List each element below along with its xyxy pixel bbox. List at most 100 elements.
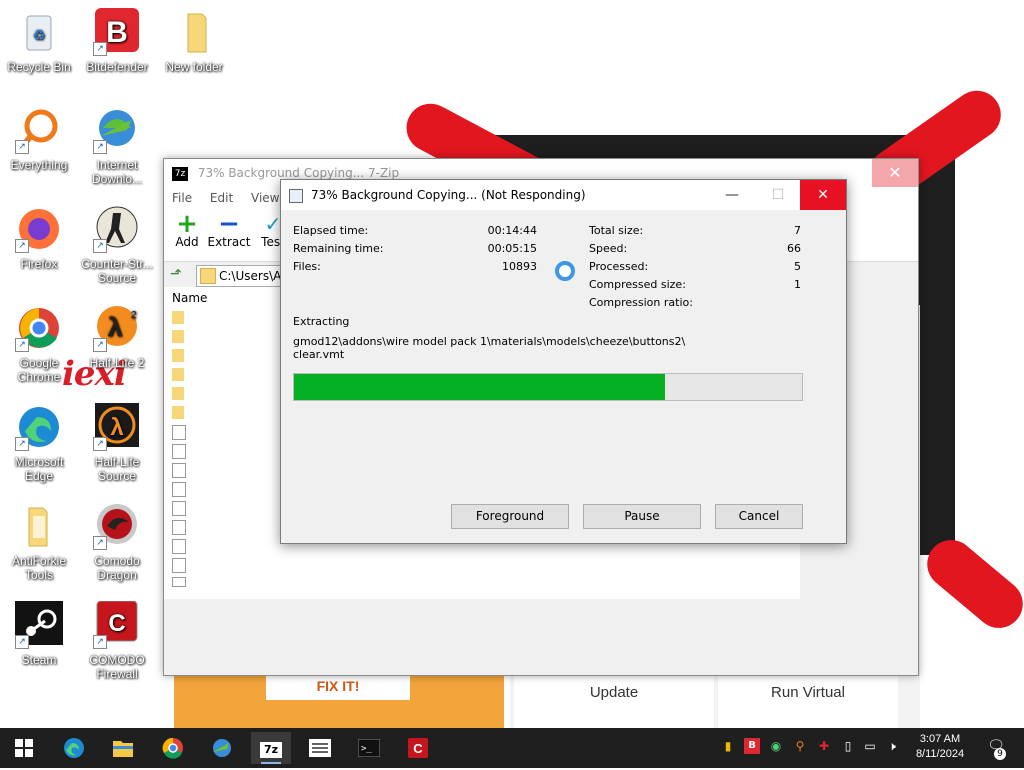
taskbar-comodo[interactable]: C xyxy=(398,732,438,764)
remaining-time-label: Remaining time: xyxy=(293,242,384,255)
file-row-icon[interactable] xyxy=(172,558,186,573)
folder-icon xyxy=(113,741,133,757)
desktop-icon-label: Firefox xyxy=(20,257,58,271)
tray-security-icon[interactable]: ▮ xyxy=(720,738,736,754)
file-row-icon[interactable] xyxy=(172,501,186,516)
pause-button[interactable]: Pause xyxy=(583,504,701,529)
desktop-icon-label: Half-Life 2 xyxy=(89,356,145,370)
taskbar-app-window[interactable] xyxy=(300,732,340,764)
bitdefender-icon: B ↗ xyxy=(93,8,141,56)
file-row-icon[interactable] xyxy=(172,482,186,497)
desktop-icon-label: Steam xyxy=(21,653,57,667)
taskbar: 7z >_ C ▮ B ◉ ⚲ ✚ ▯ ▭ 🕨 3:07 AM 8/11/202… xyxy=(0,728,1024,768)
desktop-icon-counter-strike[interactable]: ↗ Counter-Str... Source xyxy=(79,205,155,285)
folder-row-icon[interactable] xyxy=(172,387,184,400)
desktop-icon-bitdefender[interactable]: B ↗ Bitdefender xyxy=(79,8,155,74)
foreground-button[interactable]: Foreground xyxy=(451,504,569,529)
7zip-app-icon: 7z xyxy=(172,166,188,181)
processed-value: 5 xyxy=(794,260,801,273)
desktop-icon-label: Google Chrome xyxy=(17,356,61,384)
tray-globe-icon[interactable]: ◉ xyxy=(768,738,784,754)
menu-edit[interactable]: Edit xyxy=(210,191,233,205)
taskbar-terminal[interactable]: >_ xyxy=(349,732,389,764)
desktop-icon-internet-download[interactable]: ↗ Internet Downlo... xyxy=(79,106,155,186)
clock[interactable]: 3:07 AM 8/11/2024 xyxy=(908,732,972,762)
desktop-icon-half-life-2[interactable]: λ2 ↗ Half-Life 2 xyxy=(79,304,155,370)
cancel-button[interactable]: Cancel xyxy=(715,504,803,529)
desktop-icon-everything[interactable]: ↗ Everything xyxy=(1,106,77,172)
desktop-icon-firefox[interactable]: ↗ Firefox xyxy=(1,205,77,271)
file-row-icon[interactable] xyxy=(172,539,186,554)
add-button[interactable]: + Add xyxy=(164,211,210,249)
taskbar-internet-download-manager[interactable] xyxy=(202,732,242,764)
tray-shield-icon[interactable]: ✚ xyxy=(816,738,832,754)
folder-row-icon[interactable] xyxy=(172,349,184,362)
operation-label: Extracting xyxy=(293,315,350,328)
svg-text:2: 2 xyxy=(131,310,137,321)
desktop-icon-microsoft-edge[interactable]: ↗ Microsoft Edge xyxy=(1,403,77,483)
desktop-icon-antiforkie-tools[interactable]: AntiForkie Tools xyxy=(1,502,77,582)
total-size-value: 7 xyxy=(794,224,801,237)
firefox-icon: ↗ xyxy=(15,205,63,253)
desktop-icon-half-life-source[interactable]: λ ↗ Half-Life Source xyxy=(79,403,155,483)
folder-row-icon[interactable] xyxy=(172,311,184,324)
update-tile[interactable]: Update xyxy=(514,672,714,728)
desktop-icon-label: Bitdefender xyxy=(86,60,148,74)
folder-row-icon[interactable] xyxy=(172,368,184,381)
network-icon[interactable]: ▭ xyxy=(862,738,878,754)
desktop-icon-steam[interactable]: ↗ Steam xyxy=(1,601,77,667)
folder-icon xyxy=(170,8,218,56)
tray-usb-icon[interactable]: ▯ xyxy=(840,738,856,754)
taskbar-7zip[interactable]: 7z xyxy=(251,732,291,764)
desktop-icon-new-folder[interactable]: New folder xyxy=(156,8,232,74)
taskbar-edge[interactable] xyxy=(54,732,94,764)
dialog-titlebar[interactable]: 73% Background Copying... (Not Respondin… xyxy=(281,180,846,210)
run-virtual-tile[interactable]: Run Virtual xyxy=(718,672,898,728)
maximize-button[interactable]: ☐ xyxy=(755,180,801,210)
fix-it-button[interactable]: FIX IT! xyxy=(266,672,410,700)
extract-button[interactable]: − Extract xyxy=(206,211,252,249)
recycle-bin-icon: ♻ xyxy=(15,8,63,56)
list-window-icon xyxy=(309,739,331,757)
clock-date: 8/11/2024 xyxy=(915,748,965,760)
files-value: 10893 xyxy=(502,260,537,273)
7zip-close-button[interactable]: ✕ xyxy=(872,159,918,187)
current-file-path: gmod12\addons\wire model pack 1\material… xyxy=(293,335,686,348)
globe-download-icon: ↗ xyxy=(93,106,141,154)
svg-text:>_: >_ xyxy=(361,744,372,754)
folder-row-icon[interactable] xyxy=(172,406,184,419)
desktop-icon-comodo-firewall[interactable]: C ↗ COMODO Firewall xyxy=(79,600,155,681)
menu-file[interactable]: File xyxy=(172,191,192,205)
progress-dialog[interactable]: 73% Background Copying... (Not Respondin… xyxy=(280,179,847,544)
column-header-name[interactable]: Name xyxy=(172,291,207,305)
file-row-icon[interactable] xyxy=(172,463,186,478)
taskbar-file-explorer[interactable] xyxy=(103,732,143,764)
desktop-icon-label: Counter-Str... Source xyxy=(81,257,153,285)
up-folder-icon[interactable]: ⬏ xyxy=(170,266,186,282)
volume-icon[interactable]: 🕨 xyxy=(884,738,900,754)
desktop-icon-google-chrome[interactable]: ↗ Google Chrome xyxy=(1,304,77,384)
file-row-icon[interactable] xyxy=(172,425,186,440)
svg-text:λ: λ xyxy=(110,414,123,441)
tray-bitdefender-icon[interactable]: B xyxy=(744,738,760,754)
magnifier-icon: ↗ xyxy=(15,106,63,154)
file-row-icon[interactable] xyxy=(172,444,186,459)
taskbar-chrome[interactable] xyxy=(153,732,193,764)
terminal-icon: >_ xyxy=(357,738,381,758)
minimize-button[interactable]: — xyxy=(709,180,755,210)
close-button[interactable]: ✕ xyxy=(800,180,846,210)
start-button[interactable] xyxy=(4,732,44,764)
folder-icon xyxy=(200,268,216,284)
desktop-icon-recycle-bin[interactable]: ♻ Recycle Bin xyxy=(1,8,77,74)
busy-spinner-icon xyxy=(555,261,575,281)
tray-search-icon[interactable]: ⚲ xyxy=(792,738,808,754)
file-row-icon[interactable] xyxy=(172,577,186,587)
file-row-icon[interactable] xyxy=(172,520,186,535)
desktop-icon-comodo-dragon[interactable]: ↗ Comodo Dragon xyxy=(79,502,155,582)
svg-text:♻: ♻ xyxy=(33,27,46,43)
folder-row-icon[interactable] xyxy=(172,330,184,343)
progress-fill xyxy=(294,374,665,400)
menu-view[interactable]: View xyxy=(251,191,279,205)
half-life-source-icon: λ ↗ xyxy=(93,403,141,451)
desktop-icon-label: AntiForkie Tools xyxy=(11,554,67,582)
